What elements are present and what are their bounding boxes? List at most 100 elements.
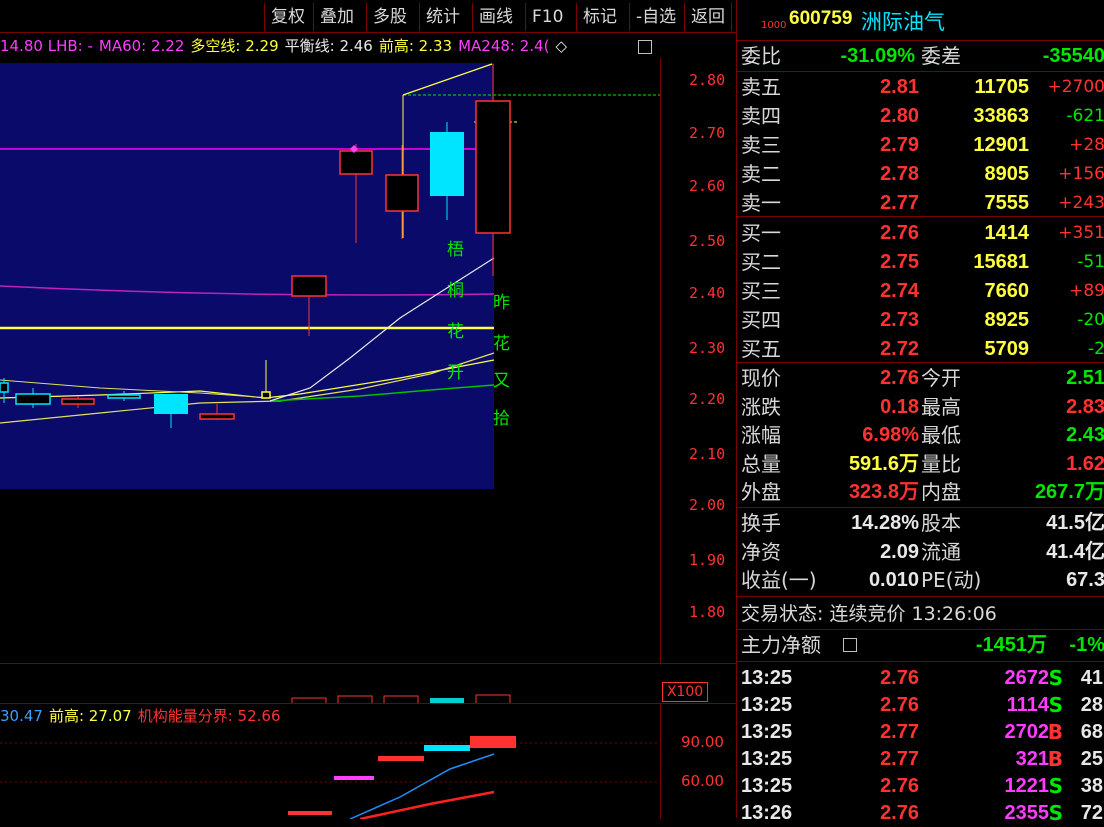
weicha-value: -35540 xyxy=(1042,45,1104,67)
tick-time: 13:25 xyxy=(741,748,793,770)
quote-value: 2.76 xyxy=(880,367,919,389)
list-icon[interactable] xyxy=(843,638,857,652)
level-price: 2.74 xyxy=(880,280,919,302)
sub-bar xyxy=(334,776,374,780)
multi-stock-button[interactable]: 多股 xyxy=(366,3,413,31)
mark-button[interactable]: 标记 xyxy=(576,3,623,31)
quote-value: 2.83 xyxy=(1066,395,1104,418)
level-volume: 15681 xyxy=(973,251,1029,273)
statistics-button[interactable]: 统计 xyxy=(419,3,466,31)
sub-axis-tick: 60.00 xyxy=(681,772,724,790)
trade-status: 交易状态: 连续竞价 13:26:06 xyxy=(741,603,997,625)
price-axis: 2.80 2.70 2.60 2.50 2.40 2.30 2.20 2.10 … xyxy=(660,58,736,663)
order-book-row[interactable]: 卖一 2.77 7555 +243 xyxy=(737,189,1104,217)
order-book-row[interactable]: 买四 2.73 8925 -20 xyxy=(737,306,1104,334)
tick-row[interactable]: 13:25 2.76 2672 S 41 xyxy=(737,664,1104,692)
order-book-row[interactable]: 买一 2.76 1414 +351 xyxy=(737,219,1104,247)
tick-count: 72 xyxy=(1080,802,1103,824)
level-change: +243 xyxy=(1058,193,1104,213)
quote-row: 总量 591.6万 量比 1.62 xyxy=(737,450,1104,478)
order-book-row[interactable]: 买二 2.75 15681 -51 xyxy=(737,248,1104,276)
sub-bar xyxy=(288,811,332,815)
capital-pct: -1% xyxy=(1069,634,1104,656)
watchlist-remove-button[interactable]: -自选 xyxy=(629,3,682,31)
diamond-icon[interactable]: ◇ xyxy=(555,37,567,55)
price-tick: 1.80 xyxy=(689,603,726,621)
tick-row[interactable]: 13:25 2.77 2702 B 68 xyxy=(737,718,1104,746)
capital-label: 主力净额 xyxy=(741,633,821,657)
quote-label: 外盘 xyxy=(741,480,781,504)
annotation-char: 拾 xyxy=(493,409,510,429)
draw-line-button[interactable]: 画线 xyxy=(472,3,519,31)
candle-body xyxy=(261,391,271,399)
order-book-row[interactable]: 买五 2.72 5709 -2 xyxy=(737,335,1104,363)
back-button[interactable]: 返回 xyxy=(684,3,732,31)
overlay-button[interactable]: 叠加 xyxy=(313,3,360,31)
annotation-char: 花 xyxy=(493,334,510,354)
order-book-row[interactable]: 买三 2.74 7660 +89 xyxy=(737,277,1104,305)
quote-label: 最高 xyxy=(921,394,961,419)
fuquan-button[interactable]: 复权 xyxy=(264,3,311,31)
volume-scale-label[interactable]: X100 xyxy=(662,682,708,702)
qiangao-indicator: 前高: 2.33 xyxy=(378,37,453,55)
fundamental-value: 41.5亿 xyxy=(1046,512,1104,534)
level-volume: 11705 xyxy=(974,76,1029,98)
level-price: 2.80 xyxy=(880,105,919,127)
order-book-row[interactable]: 卖二 2.78 8905 +156 xyxy=(737,160,1104,188)
weibi-row: 委比 -31.09% 委差 -35540 xyxy=(737,42,1104,70)
fundamental-label: 净资 xyxy=(741,539,781,564)
price-tick: 2.60 xyxy=(689,177,726,195)
candle-body xyxy=(430,132,464,196)
code-prefix: 1000 xyxy=(761,20,787,31)
trade-status-row: 交易状态: 连续竞价 13:26:06 xyxy=(737,600,1104,628)
weibi-label: 委比 xyxy=(741,44,781,68)
lhb-indicator: 14.80 LHB: - xyxy=(0,37,93,55)
quote-label: 总量 xyxy=(741,451,781,476)
weicha-label: 委差 xyxy=(921,44,961,68)
quote-value: 1.62 xyxy=(1066,452,1104,475)
tick-direction: B xyxy=(1047,720,1063,744)
sub-bar xyxy=(378,756,424,761)
sub-line-blue xyxy=(349,753,495,819)
level-change: -20 xyxy=(1077,310,1104,330)
sub-value: 30.47 xyxy=(0,707,43,725)
tick-time: 13:25 xyxy=(741,667,793,689)
tick-count: 38 xyxy=(1080,775,1103,797)
tick-volume: 2355 xyxy=(1004,802,1050,824)
tick-row[interactable]: 13:25 2.76 1114 S 28 xyxy=(737,691,1104,719)
f10-button[interactable]: F10 xyxy=(525,3,569,31)
order-book-row[interactable]: 卖五 2.81 11705 +2700 xyxy=(737,73,1104,101)
quote-value: 323.8万 xyxy=(848,481,919,503)
capital-row[interactable]: 主力净额 -1451万 -1% xyxy=(737,631,1104,659)
tick-row[interactable]: 13:25 2.76 1221 S 38 xyxy=(737,772,1104,800)
quote-row: 外盘 323.8万 内盘 267.7万 xyxy=(737,478,1104,506)
price-tick: 2.10 xyxy=(689,445,726,463)
tick-time: 13:25 xyxy=(741,775,793,797)
quote-value: 267.7万 xyxy=(1034,481,1104,503)
tick-row[interactable]: 13:25 2.77 321 B 25 xyxy=(737,745,1104,773)
sub-bar xyxy=(470,736,516,748)
level-change: +351 xyxy=(1058,223,1104,243)
level-volume: 7660 xyxy=(984,280,1030,302)
level-change: +28 xyxy=(1069,135,1104,155)
tick-price: 2.76 xyxy=(880,802,919,824)
level-price: 2.72 xyxy=(880,338,919,360)
quote-label: 涨幅 xyxy=(741,423,781,447)
candlestick-chart[interactable]: 梧 桐 花 开 昨 花 又 拾 xyxy=(0,58,660,663)
level-volume: 8925 xyxy=(984,309,1030,331)
candle-body xyxy=(199,413,235,420)
level-label: 卖三 xyxy=(741,133,781,157)
tick-direction: S xyxy=(1048,693,1063,717)
level-price: 2.77 xyxy=(880,192,919,214)
fundamental-value: 2.09 xyxy=(880,540,919,563)
fundamental-label: 收益(一) xyxy=(741,568,817,592)
candle-body xyxy=(339,150,373,175)
level-change: +89 xyxy=(1069,281,1104,301)
tick-row[interactable]: 13:26 2.76 2355 S 72 xyxy=(737,799,1104,827)
order-book-row[interactable]: 卖三 2.79 12901 +28 xyxy=(737,131,1104,159)
panel-toggle-icon[interactable] xyxy=(638,40,652,54)
order-book-row[interactable]: 卖四 2.80 33863 -621 xyxy=(737,102,1104,130)
price-tick: 2.00 xyxy=(689,496,726,514)
tick-price: 2.77 xyxy=(880,748,919,770)
chart-toolbar: 复权 叠加 多股 统计 画线 F10 标记 -自选 返回 xyxy=(0,0,736,33)
